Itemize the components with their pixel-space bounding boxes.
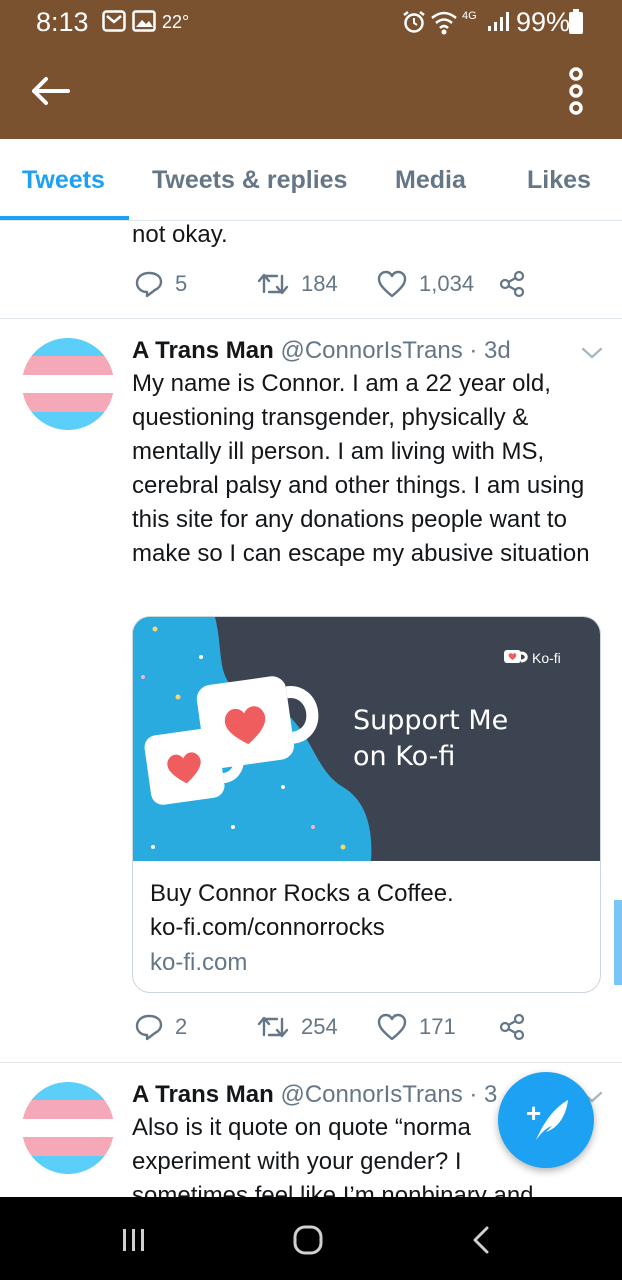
like-count: 1,034 bbox=[419, 271, 475, 296]
tweet-time: · 3 bbox=[469, 1081, 498, 1108]
tweet-header: A Trans Man @ConnorIsTrans · 3d bbox=[132, 337, 511, 365]
status-temperature: 22° bbox=[162, 12, 190, 32]
tab-likes[interactable]: Likes bbox=[527, 166, 591, 195]
battery-percent: 99% bbox=[516, 7, 571, 37]
recents-icon[interactable] bbox=[120, 1227, 148, 1253]
heart-icon bbox=[377, 270, 407, 298]
back-icon[interactable] bbox=[470, 1225, 492, 1255]
tweet-actions: 2 254 171 bbox=[132, 1010, 552, 1044]
reply-count: 2 bbox=[175, 1014, 188, 1039]
share-icon bbox=[499, 270, 525, 298]
tab-tweets[interactable]: Tweets bbox=[22, 166, 105, 195]
like-button[interactable]: 171 bbox=[377, 1010, 456, 1044]
arrow-left-icon[interactable] bbox=[28, 71, 72, 111]
reply-icon bbox=[135, 1014, 163, 1041]
retweet-icon bbox=[257, 273, 289, 295]
retweet-count: 184 bbox=[301, 271, 338, 296]
tweet-header: A Trans Man @ConnorIsTrans · 3 bbox=[132, 1081, 497, 1109]
like-count: 171 bbox=[419, 1014, 456, 1039]
retweet-icon bbox=[257, 1016, 289, 1038]
alarm-icon bbox=[403, 11, 425, 33]
author-name[interactable]: A Trans Man bbox=[132, 337, 274, 364]
reply-icon bbox=[135, 271, 163, 298]
tweet[interactable]: not okay. 5 184 1,034 bbox=[0, 221, 622, 318]
kofi-card-image: Ko-fi Support Me on Ko-fi bbox=[133, 617, 600, 861]
battery-icon bbox=[569, 9, 583, 34]
author-handle[interactable]: @ConnorIsTrans bbox=[280, 337, 462, 364]
heart-icon bbox=[377, 1013, 407, 1041]
status-time: 8:13 bbox=[36, 7, 89, 37]
retweet-button[interactable]: 254 bbox=[257, 1010, 338, 1044]
like-button[interactable]: 1,034 bbox=[377, 267, 474, 301]
profile-app-bar bbox=[0, 44, 622, 139]
tab-tweets-and-replies[interactable]: Tweets & replies bbox=[152, 166, 347, 195]
tweet-time: · 3d bbox=[469, 337, 511, 364]
compose-plus: + bbox=[526, 1098, 541, 1128]
tweet-actions: 5 184 1,034 bbox=[132, 267, 552, 301]
share-button[interactable] bbox=[498, 1010, 538, 1044]
status-bar: 8:13 22° 4G 99% bbox=[0, 0, 622, 44]
profile-tabs: Tweets Tweets & replies Media Likes bbox=[0, 139, 622, 221]
signal-icon bbox=[488, 12, 509, 31]
tweet-text: not okay. bbox=[132, 221, 228, 248]
image-icon bbox=[132, 10, 156, 32]
active-tab-indicator bbox=[0, 216, 129, 220]
author-name[interactable]: A Trans Man bbox=[132, 1081, 274, 1108]
reply-count: 5 bbox=[175, 271, 188, 296]
more-vertical-icon[interactable] bbox=[562, 66, 590, 116]
chevron-down-icon[interactable] bbox=[580, 345, 604, 361]
tweet-feed[interactable]: not okay. 5 184 1,034 A Trans Man @Conno… bbox=[0, 221, 622, 1197]
avatar[interactable] bbox=[22, 338, 114, 430]
author-handle[interactable]: @ConnorIsTrans bbox=[280, 1081, 462, 1108]
tab-media[interactable]: Media bbox=[395, 166, 466, 195]
reply-button[interactable]: 2 bbox=[135, 1010, 187, 1044]
tweet[interactable]: A Trans Man @ConnorIsTrans · 3d My name … bbox=[0, 319, 622, 1062]
system-nav-bar bbox=[0, 1197, 622, 1280]
kofi-headline-line1: Support Me bbox=[353, 705, 508, 736]
share-icon bbox=[499, 1013, 525, 1041]
retweet-count: 254 bbox=[301, 1014, 338, 1039]
compose-tweet-icon: + bbox=[526, 1098, 568, 1140]
compose-tweet-button[interactable]: + bbox=[498, 1072, 594, 1168]
avatar[interactable] bbox=[22, 1082, 114, 1174]
scrollbar-thumb[interactable] bbox=[614, 900, 622, 985]
card-domain: ko-fi.com bbox=[150, 949, 248, 976]
reply-button[interactable]: 5 bbox=[135, 267, 187, 301]
tweet-text-line: sometimes feel like I’m nonbinary and bbox=[132, 1182, 534, 1197]
kofi-brand-text: Ko-fi bbox=[532, 650, 561, 666]
tweet-text: My name is Connor. I am a 22 year old, q… bbox=[132, 370, 590, 567]
retweet-button[interactable]: 184 bbox=[257, 267, 338, 301]
home-icon[interactable] bbox=[292, 1224, 324, 1256]
share-button[interactable] bbox=[498, 267, 538, 301]
kofi-headline-line2: on Ko-fi bbox=[353, 741, 455, 772]
mail-icon bbox=[102, 10, 126, 32]
wifi-icon bbox=[431, 11, 457, 35]
card-title: Buy Connor Rocks a Coffee. bbox=[150, 880, 454, 907]
network-type: 4G bbox=[462, 10, 477, 22]
link-card[interactable]: Ko-fi Support Me on Ko-fi Buy Connor Roc… bbox=[132, 616, 601, 993]
card-description: ko-fi.com/connorrocks bbox=[150, 914, 385, 941]
